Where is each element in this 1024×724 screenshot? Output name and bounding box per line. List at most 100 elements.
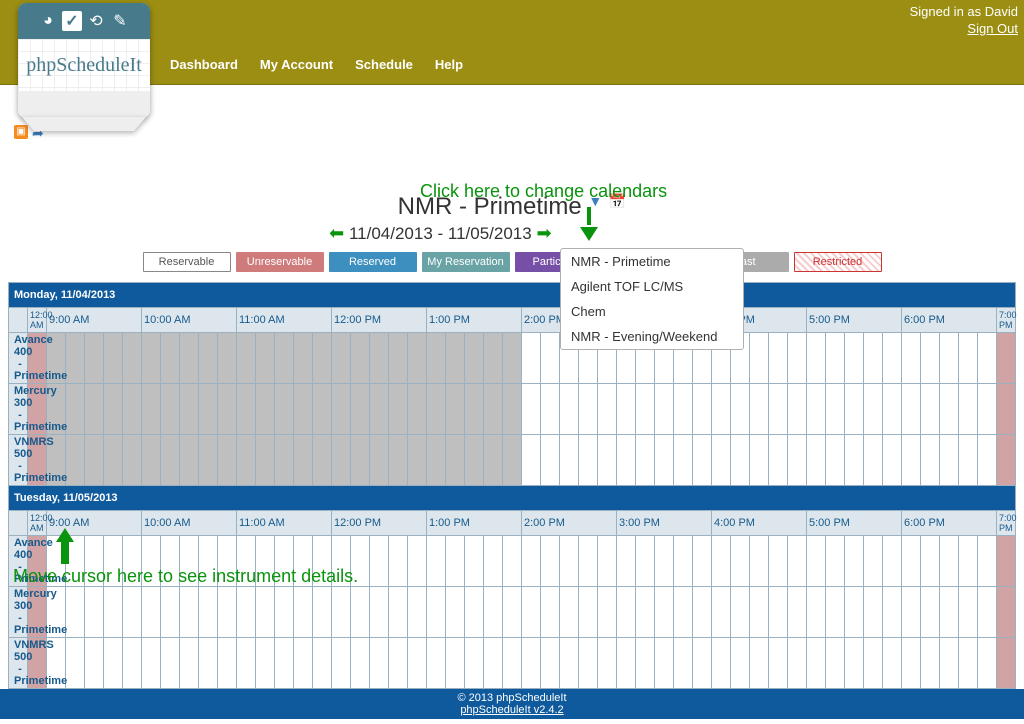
- prev-arrow-icon[interactable]: ⬅: [329, 223, 344, 243]
- time-slot[interactable]: [123, 435, 142, 486]
- time-slot[interactable]: [636, 384, 655, 435]
- time-slot[interactable]: [541, 384, 560, 435]
- time-slot[interactable]: [237, 638, 256, 689]
- time-slot[interactable]: [636, 435, 655, 486]
- sign-out-link[interactable]: Sign Out: [910, 21, 1018, 38]
- time-slot[interactable]: [389, 536, 408, 587]
- time-slot[interactable]: [959, 587, 978, 638]
- time-slot[interactable]: [940, 587, 959, 638]
- time-slot[interactable]: [465, 536, 484, 587]
- time-slot[interactable]: [294, 587, 313, 638]
- time-slot[interactable]: [294, 333, 313, 384]
- time-slot[interactable]: [921, 638, 940, 689]
- time-slot[interactable]: [769, 435, 788, 486]
- time-slot[interactable]: [522, 435, 541, 486]
- time-slot[interactable]: [237, 333, 256, 384]
- time-slot[interactable]: [332, 435, 351, 486]
- time-slot[interactable]: [408, 587, 427, 638]
- time-slot[interactable]: [465, 333, 484, 384]
- time-slot[interactable]: [883, 638, 902, 689]
- time-slot[interactable]: [655, 384, 674, 435]
- time-slot[interactable]: [750, 435, 769, 486]
- time-slot[interactable]: [503, 333, 522, 384]
- time-slot[interactable]: [522, 384, 541, 435]
- time-slot[interactable]: [769, 638, 788, 689]
- time-slot[interactable]: [769, 384, 788, 435]
- time-slot[interactable]: [636, 587, 655, 638]
- time-slot[interactable]: [408, 435, 427, 486]
- time-slot[interactable]: [826, 638, 845, 689]
- time-slot[interactable]: [693, 536, 712, 587]
- nav-schedule[interactable]: Schedule: [355, 57, 413, 72]
- time-slot[interactable]: [902, 435, 921, 486]
- time-slot[interactable]: [712, 435, 731, 486]
- footer-version[interactable]: phpScheduleIt v2.4.2: [0, 704, 1024, 716]
- time-slot[interactable]: [807, 536, 826, 587]
- time-slot[interactable]: [370, 333, 389, 384]
- time-slot[interactable]: [104, 435, 123, 486]
- time-slot[interactable]: [389, 384, 408, 435]
- time-slot[interactable]: [579, 384, 598, 435]
- time-slot[interactable]: [788, 435, 807, 486]
- time-slot[interactable]: [351, 435, 370, 486]
- time-slot[interactable]: [902, 384, 921, 435]
- time-slot[interactable]: [921, 384, 940, 435]
- time-slot[interactable]: [427, 333, 446, 384]
- app-logo[interactable]: ◕ ✓ ⟲ ✎ phpScheduleIt: [18, 3, 150, 118]
- time-slot[interactable]: [731, 435, 750, 486]
- time-slot[interactable]: [788, 587, 807, 638]
- time-slot[interactable]: [579, 435, 598, 486]
- time-slot[interactable]: [180, 638, 199, 689]
- nav-dashboard[interactable]: Dashboard: [170, 57, 238, 72]
- time-slot[interactable]: [845, 333, 864, 384]
- time-slot[interactable]: [826, 536, 845, 587]
- time-slot[interactable]: [123, 587, 142, 638]
- time-slot[interactable]: [940, 638, 959, 689]
- time-slot[interactable]: [484, 587, 503, 638]
- time-slot[interactable]: [674, 587, 693, 638]
- time-slot[interactable]: [940, 536, 959, 587]
- time-slot[interactable]: [408, 384, 427, 435]
- resource-name[interactable]: VNMRS 500 - Primetime: [9, 435, 28, 486]
- time-slot[interactable]: [864, 333, 883, 384]
- time-slot[interactable]: [788, 536, 807, 587]
- time-slot[interactable]: [978, 587, 997, 638]
- time-slot[interactable]: [522, 587, 541, 638]
- time-slot[interactable]: [237, 435, 256, 486]
- time-slot[interactable]: [446, 587, 465, 638]
- time-slot[interactable]: [750, 536, 769, 587]
- time-slot[interactable]: [503, 587, 522, 638]
- time-slot[interactable]: [560, 435, 579, 486]
- time-slot[interactable]: [408, 536, 427, 587]
- time-slot[interactable]: [199, 587, 218, 638]
- time-slot[interactable]: [389, 638, 408, 689]
- time-slot[interactable]: [864, 638, 883, 689]
- resource-name[interactable]: VNMRS 500 - Primetime: [9, 638, 28, 689]
- time-slot[interactable]: [579, 587, 598, 638]
- time-slot[interactable]: [712, 536, 731, 587]
- time-slot[interactable]: [598, 638, 617, 689]
- time-slot[interactable]: [617, 435, 636, 486]
- time-slot[interactable]: [465, 587, 484, 638]
- time-slot[interactable]: [66, 638, 85, 689]
- time-slot[interactable]: [902, 587, 921, 638]
- time-slot[interactable]: [85, 384, 104, 435]
- time-slot[interactable]: [921, 536, 940, 587]
- time-slot[interactable]: [788, 333, 807, 384]
- time-slot[interactable]: [85, 638, 104, 689]
- time-slot[interactable]: [579, 536, 598, 587]
- time-slot[interactable]: [161, 333, 180, 384]
- time-slot[interactable]: [427, 587, 446, 638]
- time-slot[interactable]: [465, 435, 484, 486]
- time-slot[interactable]: [389, 333, 408, 384]
- time-slot[interactable]: [142, 587, 161, 638]
- time-slot[interactable]: [351, 333, 370, 384]
- time-slot[interactable]: [237, 587, 256, 638]
- time-slot[interactable]: [427, 435, 446, 486]
- time-slot[interactable]: [750, 333, 769, 384]
- time-slot[interactable]: [826, 384, 845, 435]
- time-slot[interactable]: [275, 435, 294, 486]
- time-slot[interactable]: [484, 536, 503, 587]
- dropdown-item[interactable]: NMR - Evening/Weekend: [561, 324, 743, 349]
- time-slot[interactable]: [541, 435, 560, 486]
